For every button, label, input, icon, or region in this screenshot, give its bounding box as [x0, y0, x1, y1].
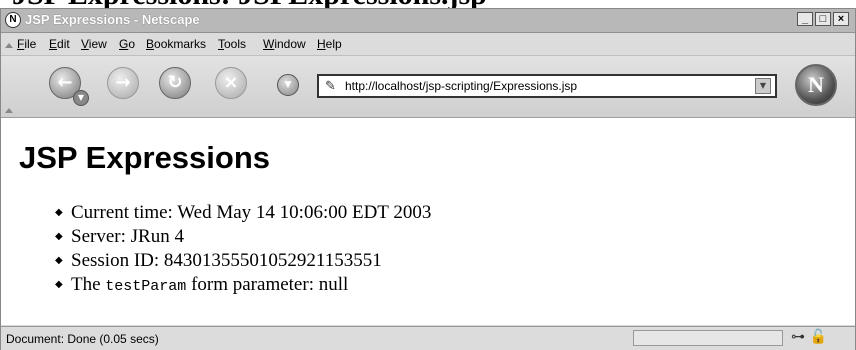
info-list: Current time: Wed May 14 10:06:00 EDT 20…: [55, 201, 431, 297]
page-header-text: JSP Expressions: JSPExpressions.jsp: [12, 0, 487, 8]
toolbar-grip-icon[interactable]: [5, 43, 13, 48]
status-text: Document: Done (0.05 secs): [6, 332, 159, 346]
security-lock-icon[interactable]: 🔓: [809, 329, 826, 345]
stop-button[interactable]: ×: [215, 67, 247, 99]
title-bar: N JSP Expressions - Netscape _ □ ×: [1, 9, 855, 33]
item-label: Server:: [71, 226, 131, 247]
reload-icon: ↻: [167, 72, 183, 93]
list-item: Server: JRun 4: [55, 225, 431, 249]
menu-tools[interactable]: Tools: [218, 37, 246, 51]
menu-help[interactable]: Help: [317, 37, 342, 51]
reload-button[interactable]: ↻: [159, 67, 191, 99]
page-icon: ✎: [325, 79, 336, 94]
page-content: JSP Expressions Current time: Wed May 14…: [1, 118, 855, 325]
item-label: Session ID:: [71, 250, 164, 271]
item-value: JRun 4: [130, 226, 184, 247]
param-name: testParam: [105, 278, 187, 295]
item-prefix: The: [71, 274, 106, 295]
chevron-down-icon: ▼: [284, 80, 292, 90]
status-bar: Document: Done (0.05 secs) ⊶ 🔓: [1, 326, 855, 350]
page-header: JSP Expressions: JSPExpressions.jsp: [0, 0, 856, 8]
toolbar-grip-icon[interactable]: [5, 108, 13, 113]
window-title: JSP Expressions - Netscape: [25, 12, 200, 27]
window-controls: _ □ ×: [797, 12, 849, 26]
list-item: The testParam form parameter: null: [55, 273, 431, 297]
chevron-down-icon: ▼: [77, 93, 85, 102]
stop-icon: ×: [223, 72, 239, 93]
address-bar[interactable]: ✎ http://localhost/jsp-scripting/Express…: [317, 74, 777, 98]
netscape-logo-icon: N: [5, 12, 21, 28]
menu-window[interactable]: Window: [263, 37, 306, 51]
maximize-button[interactable]: □: [815, 12, 831, 26]
minimize-button[interactable]: _: [797, 12, 813, 26]
menu-view[interactable]: View: [81, 37, 107, 51]
menu-file[interactable]: File: [17, 37, 36, 51]
list-item: Session ID: 84301355501052921153551: [55, 249, 431, 273]
browser-window: N JSP Expressions - Netscape _ □ × File …: [0, 8, 856, 350]
go-dropdown-button[interactable]: ▼: [277, 74, 299, 96]
item-value: Wed May 14 10:06:00 EDT 2003: [177, 202, 432, 223]
item-value: 84301355501052921153551: [163, 250, 382, 271]
page-heading: JSP Expressions: [19, 140, 271, 175]
progress-pane: [633, 330, 783, 346]
menu-go[interactable]: Go: [119, 37, 135, 51]
back-history-dropdown[interactable]: ▼: [73, 90, 89, 106]
connection-icon[interactable]: ⊶: [791, 329, 805, 345]
url-text[interactable]: http://localhost/jsp-scripting/Expressio…: [345, 79, 577, 93]
forward-button[interactable]: →: [107, 67, 139, 99]
url-dropdown-button[interactable]: ▼: [755, 78, 771, 94]
item-label: Current time:: [71, 202, 178, 223]
list-item: Current time: Wed May 14 10:06:00 EDT 20…: [55, 201, 431, 225]
forward-arrow-icon: →: [115, 72, 131, 93]
netscape-throbber-icon[interactable]: N: [795, 64, 837, 106]
menu-bar: File Edit View Go Bookmarks Tools Window…: [1, 33, 855, 56]
menu-bookmarks[interactable]: Bookmarks: [146, 37, 206, 51]
back-arrow-icon: ←: [57, 72, 73, 93]
menu-edit[interactable]: Edit: [49, 37, 70, 51]
status-icons: ⊶ 🔓: [791, 329, 827, 345]
item-suffix: form parameter: null: [186, 274, 349, 295]
navigation-toolbar: ← ▼ → ↻ × ▼ ✎ http://localhost/jsp-scrip…: [1, 56, 855, 118]
close-button[interactable]: ×: [833, 12, 849, 26]
chevron-down-icon: ▼: [759, 81, 767, 90]
